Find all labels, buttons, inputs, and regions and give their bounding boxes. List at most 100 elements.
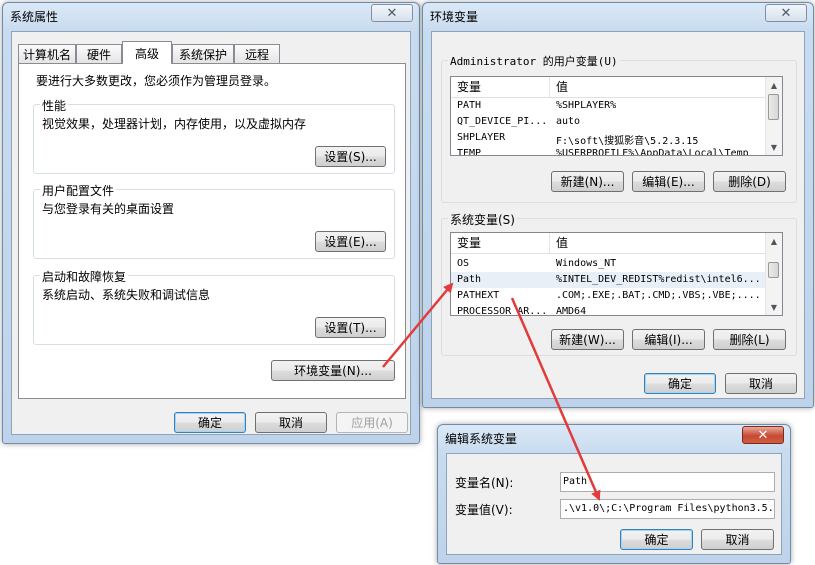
ok-button[interactable]: 确定 <box>644 373 716 394</box>
system-variables-list[interactable]: 变量 值 OS Windows_NT Path %INTEL_DEV_REDIS… <box>450 232 783 316</box>
system-variables-group: 系统变量(S) 变量 值 OS Windows_NT Path %INTEL_D… <box>441 211 797 356</box>
user-profile-desc: 与您登录有关的桌面设置 <box>42 202 175 216</box>
button-label: 应用(A) <box>351 416 393 430</box>
tab-label: 硬件 <box>86 48 111 62</box>
vertical-scrollbar[interactable]: ▲ ▼ <box>765 77 782 155</box>
table-row[interactable]: OS Windows_NT <box>451 256 765 272</box>
column-header-variable[interactable]: 变量 <box>451 233 550 253</box>
column-header-value[interactable]: 值 <box>550 233 767 253</box>
variable-name: PROCESSOR_AR... <box>457 306 548 316</box>
ok-button[interactable]: 确定 <box>174 412 246 433</box>
variable-name: PATH <box>457 100 482 111</box>
user-new-button[interactable]: 新建(N)... <box>551 171 624 192</box>
variable-name-field[interactable]: Path <box>560 472 775 492</box>
button-label: 删除(D) <box>728 175 771 189</box>
variable-value-field[interactable]: .\v1.0\;C:\Program Files\python3.5.2 <box>560 499 775 519</box>
dialog-client: 计算机名 硬件 高级 系统保护 远程 要进行大多数更改，您必须作为管理员登录。 … <box>11 31 411 435</box>
cancel-button[interactable]: 取消 <box>255 412 327 433</box>
close-icon: ✕ <box>780 5 792 21</box>
tab-computer-name[interactable]: 计算机名 <box>18 44 76 64</box>
close-button[interactable]: ✕ <box>371 4 413 22</box>
system-delete-button[interactable]: 删除(L) <box>713 329 786 350</box>
scroll-up-icon[interactable]: ▲ <box>766 77 782 93</box>
window-title: 系统属性 <box>10 10 59 24</box>
tab-system-protection[interactable]: 系统保护 <box>172 44 234 64</box>
dialog-client: Administrator 的用户变量(U) 变量 值 PATH %SHPLAY… <box>431 31 805 399</box>
titlebar[interactable]: 环境变量 ✕ <box>423 3 813 29</box>
table-row[interactable]: PATH %SHPLAYER% <box>451 98 765 114</box>
variable-name: TEMP <box>457 148 482 156</box>
button-label: 设置(T)... <box>324 321 377 335</box>
performance-desc: 视觉效果，处理器计划，内存使用，以及虚拟内存 <box>42 117 307 131</box>
ok-button[interactable]: 确定 <box>620 529 693 550</box>
button-label: 编辑(I)... <box>644 333 693 347</box>
variable-value: auto <box>556 116 581 127</box>
variable-value: AMD64 <box>556 306 587 316</box>
variable-value: %INTEL_DEV_REDIST%redist\intel6... <box>556 274 761 285</box>
cancel-button[interactable]: 取消 <box>725 373 797 394</box>
apply-button: 应用(A) <box>336 412 408 433</box>
system-new-button[interactable]: 新建(W)... <box>551 329 624 350</box>
user-profile-group: 用户配置文件 与您登录有关的桌面设置 设置(E)... <box>33 182 395 259</box>
tab-page: 要进行大多数更改，您必须作为管理员登录。 性能 视觉效果，处理器计划，内存使用，… <box>18 63 406 399</box>
titlebar[interactable]: 系统属性 ✕ <box>3 3 419 29</box>
tab-remote[interactable]: 远程 <box>234 44 280 64</box>
cancel-button[interactable]: 取消 <box>701 529 774 550</box>
table-row[interactable]: SHPLAYER F:\soft\搜狐影音\5.2.3.15 <box>451 130 765 147</box>
button-label: 取消 <box>748 377 773 391</box>
column-header-variable[interactable]: 变量 <box>451 77 550 97</box>
close-button[interactable]: ✕ <box>765 4 807 22</box>
list-header: 变量 值 <box>451 77 765 98</box>
tab-label: 系统保护 <box>178 48 227 62</box>
button-label: 确定 <box>667 377 692 391</box>
table-row-selected[interactable]: Path %INTEL_DEV_REDIST%redist\intel6... <box>451 272 765 288</box>
system-properties-window: 系统属性 ✕ 计算机名 硬件 高级 系统保护 远程 要进行大多数更改，您必须作为… <box>2 2 420 444</box>
variable-name: Path <box>457 274 482 285</box>
window-title: 编辑系统变量 <box>445 432 518 446</box>
user-variables-list[interactable]: 变量 值 PATH %SHPLAYER% QT_DEVICE_PI... aut… <box>450 76 783 156</box>
vertical-scrollbar[interactable]: ▲ ▼ <box>765 233 782 315</box>
button-label: 新建(N)... <box>560 175 615 189</box>
button-label: 删除(L) <box>729 333 770 347</box>
scroll-down-icon[interactable]: ▼ <box>766 139 782 155</box>
user-edit-button[interactable]: 编辑(E)... <box>632 171 705 192</box>
list-header: 变量 值 <box>451 233 765 254</box>
scroll-thumb[interactable] <box>768 94 779 120</box>
close-button[interactable]: ✕ <box>742 426 784 444</box>
table-row[interactable]: TEMP %USERPROFILE%\AppData\Local\Temp <box>451 146 765 156</box>
window-title: 环境变量 <box>430 10 479 24</box>
user-profile-label: 用户配置文件 <box>40 182 117 199</box>
user-profile-settings-button[interactable]: 设置(E)... <box>315 231 386 252</box>
tab-label: 计算机名 <box>22 48 71 62</box>
tab-hardware[interactable]: 硬件 <box>76 44 122 64</box>
table-row[interactable]: QT_DEVICE_PI... auto <box>451 114 765 130</box>
button-label: 取消 <box>725 533 750 547</box>
scroll-down-icon[interactable]: ▼ <box>766 299 782 315</box>
startup-recovery-settings-button[interactable]: 设置(T)... <box>315 317 386 338</box>
variable-value-label: 变量值(V): <box>455 503 513 517</box>
column-header-value[interactable]: 值 <box>550 77 767 97</box>
variable-value: %USERPROFILE%\AppData\Local\Temp <box>556 148 749 156</box>
variable-value: Windows_NT <box>556 258 617 269</box>
table-row[interactable]: PATHEXT .COM;.EXE;.BAT;.CMD;.VBS;.VBE;..… <box>451 288 765 304</box>
scroll-up-icon[interactable]: ▲ <box>766 233 782 249</box>
variable-value: %SHPLAYER% <box>556 100 617 111</box>
performance-settings-button[interactable]: 设置(S)... <box>315 146 386 167</box>
environment-variables-button[interactable]: 环境变量(N)... <box>271 360 395 381</box>
dialog-client: 变量名(N): Path 变量值(V): .\v1.0\;C:\Program … <box>446 453 782 555</box>
performance-group: 性能 视觉效果，处理器计划，内存使用，以及虚拟内存 设置(S)... <box>33 97 395 174</box>
tab-label: 远程 <box>244 48 269 62</box>
table-row[interactable]: PROCESSOR_AR... AMD64 <box>451 304 765 316</box>
user-delete-button[interactable]: 删除(D) <box>713 171 786 192</box>
close-icon: ✕ <box>386 5 398 21</box>
system-edit-button[interactable]: 编辑(I)... <box>632 329 705 350</box>
tab-advanced[interactable]: 高级 <box>122 41 172 64</box>
tab-label: 高级 <box>134 46 159 61</box>
user-variables-label: Administrator 的用户变量(U) <box>448 53 620 69</box>
button-label: 设置(E)... <box>324 235 377 249</box>
button-label: 新建(W)... <box>559 333 616 347</box>
startup-recovery-label: 启动和故障恢复 <box>40 268 129 285</box>
titlebar[interactable]: 编辑系统变量 ✕ <box>438 425 790 451</box>
button-label: 设置(S)... <box>324 150 377 164</box>
scroll-thumb[interactable] <box>768 262 779 278</box>
